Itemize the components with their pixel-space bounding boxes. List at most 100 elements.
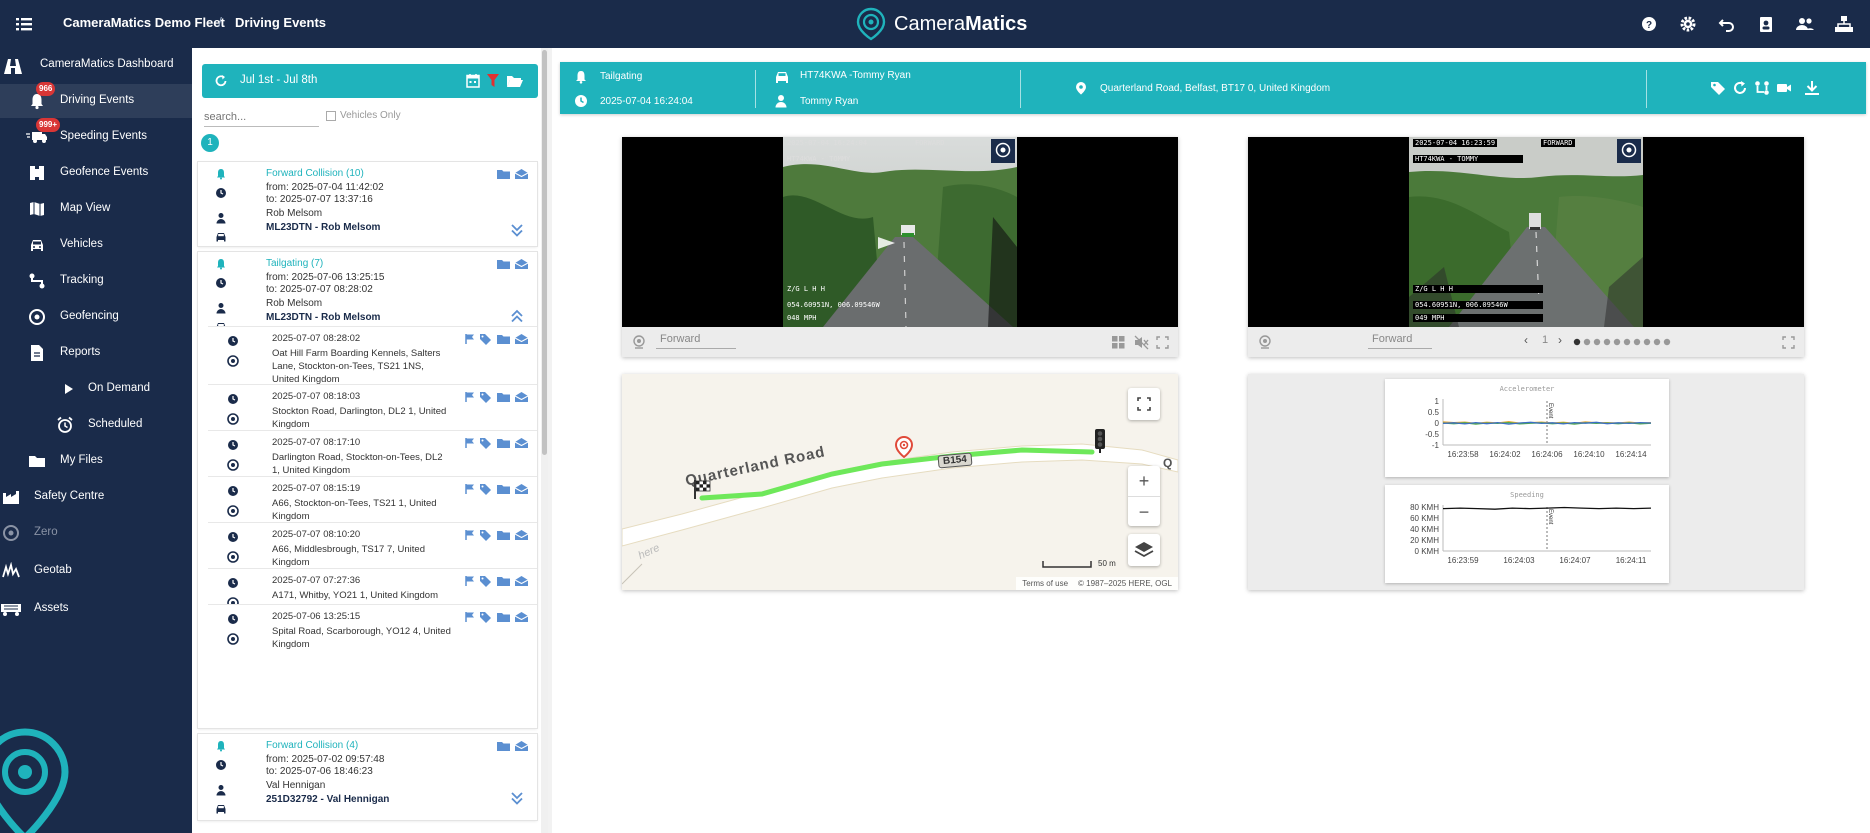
volume-mute-icon[interactable] [1134, 335, 1149, 350]
map-terms-link[interactable]: Terms of use [1022, 579, 1068, 588]
contact-card-icon[interactable] [1756, 14, 1776, 34]
event-row[interactable]: 2025-07-07 08:18:03 Stockton Road, Darlin… [208, 384, 537, 430]
open-envelope-icon[interactable] [514, 258, 529, 270]
open-envelope-icon[interactable] [514, 437, 529, 449]
refresh-icon[interactable] [214, 74, 228, 88]
pagination-dot[interactable] [1573, 338, 1581, 346]
event-row[interactable]: 2025-07-07 07:27:36 A171, Whitby, YO21 1,… [208, 568, 537, 609]
open-envelope-icon[interactable] [514, 611, 529, 623]
map-layers-button[interactable] [1128, 534, 1160, 566]
folder-icon[interactable] [496, 575, 511, 587]
sidebar-item-assets[interactable]: Assets [0, 592, 192, 626]
flag-icon[interactable] [464, 611, 476, 623]
pagination-dot[interactable] [1613, 338, 1621, 346]
open-envelope-icon[interactable] [514, 391, 529, 403]
video-player-1[interactable]: 2025-07-04 16:24:04 HT74KWA - TOMMY FORW… [622, 137, 1178, 357]
event-group-title[interactable]: Tailgating (7) [266, 258, 323, 270]
list-scrollbar-thumb[interactable] [542, 50, 547, 455]
pagination-dot[interactable] [1653, 338, 1661, 346]
route-icon[interactable] [1754, 80, 1770, 96]
event-group-title[interactable]: Forward Collision (10) [266, 168, 364, 180]
zoom-out-button[interactable]: − [1128, 496, 1160, 526]
folder-icon[interactable] [496, 391, 511, 403]
video-camera-icon[interactable] [1776, 80, 1792, 96]
speeding-chart[interactable]: Speeding 80 KMH 60 KMH 40 KMH 20 KMH 0 KMH 16… [1385, 485, 1669, 583]
tags-icon[interactable] [479, 333, 493, 345]
event-group-card-expanded[interactable]: Tailgating (7) from: 2025-07-06 13:25:15… [198, 252, 537, 728]
calendar-icon[interactable] [466, 73, 480, 88]
sidebar-item-zero[interactable]: Zero [0, 516, 192, 550]
event-row-time[interactable]: 2025-07-07 08:28:02 [272, 333, 360, 344]
sidebar-item-vehicles[interactable]: Vehicles [0, 228, 192, 262]
flag-icon[interactable] [464, 483, 476, 495]
vehicles-only-checkbox[interactable] [326, 110, 336, 121]
folder-icon[interactable] [496, 437, 511, 449]
folder-icon[interactable] [496, 529, 511, 541]
flag-icon[interactable] [464, 437, 476, 449]
tags-icon[interactable] [479, 483, 493, 495]
event-row-time[interactable]: 2025-07-07 07:27:36 [272, 575, 360, 586]
sidebar-item-dashboard[interactable]: CameraMatics Dashboard [0, 48, 192, 82]
sidebar-item-my-files[interactable]: My Files [0, 444, 192, 478]
flag-icon[interactable] [464, 391, 476, 403]
users-icon[interactable] [1795, 14, 1815, 34]
sidebar-item-reports[interactable]: Reports [0, 336, 192, 370]
open-envelope-icon[interactable] [514, 483, 529, 495]
folder-icon[interactable] [496, 611, 511, 623]
accelerometer-chart[interactable]: Accelerometer 1 0.5 0 -0.5 -1 16:23:58 16:24:0… [1385, 379, 1669, 477]
folder-icon[interactable] [496, 168, 511, 180]
sidebar-item-tracking[interactable]: Tracking [0, 264, 192, 298]
settings-icon[interactable] [1678, 14, 1698, 34]
sidebar-item-speeding-events[interactable]: 999+ Speeding Events [0, 118, 192, 154]
event-row-time[interactable]: 2025-07-07 08:15:19 [272, 483, 360, 494]
grid-view-icon[interactable] [1112, 336, 1125, 349]
sidebar-item-safety-centre[interactable]: Safety Centre [0, 480, 192, 514]
event-row-time[interactable]: 2025-07-07 08:17:10 [272, 437, 360, 448]
breadcrumb-fleet[interactable]: CameraMatics Demo Fleet [63, 15, 225, 30]
pagination-dot[interactable] [1643, 338, 1651, 346]
fullscreen-icon[interactable] [1782, 336, 1795, 349]
pagination-dot[interactable] [1583, 338, 1591, 346]
date-range-bar[interactable]: Jul 1st - Jul 8th [202, 64, 538, 98]
search-input[interactable] [204, 108, 319, 127]
sidebar-item-map-view[interactable]: Map View [0, 192, 192, 226]
sidebar-item-geofence-events[interactable]: Geofence Events [0, 156, 192, 190]
event-row-time[interactable]: 2025-07-07 08:18:03 [272, 391, 360, 402]
event-group-title[interactable]: Forward Collision (4) [266, 740, 358, 752]
next-clip-icon[interactable]: › [1558, 333, 1562, 347]
page-number-chip[interactable]: 1 [201, 134, 219, 152]
event-row[interactable]: 2025-07-07 08:15:19 A66, Stockton-on-Tees… [208, 476, 537, 522]
sidebar-item-geotab[interactable]: Geotab [0, 554, 192, 588]
folder-icon[interactable] [496, 333, 511, 345]
download-icon[interactable] [1798, 80, 1826, 96]
tags-icon[interactable] [479, 575, 493, 587]
chevron-double-down-icon[interactable] [509, 222, 525, 238]
filter-icon[interactable] [486, 73, 500, 89]
sidebar-item-scheduled[interactable]: Scheduled [0, 408, 192, 442]
flag-icon[interactable] [464, 333, 476, 345]
camera-select[interactable]: Forward [1368, 333, 1432, 349]
event-row[interactable]: 2025-07-07 08:17:10 Darlington Road, Stoc… [208, 430, 537, 476]
prev-clip-icon[interactable]: ‹ [1524, 333, 1528, 347]
date-range-label[interactable]: Jul 1st - Jul 8th [240, 74, 317, 86]
list-scrollbar[interactable] [541, 48, 548, 833]
pagination-dot[interactable] [1603, 338, 1611, 346]
event-row-time[interactable]: 2025-07-06 13:25:15 [272, 611, 360, 622]
event-map[interactable]: Quarterland Road B154 Q here + − 50 m Te… [622, 374, 1178, 590]
clip-pagination-dots[interactable] [1572, 337, 1682, 347]
event-marker-icon[interactable] [894, 436, 914, 458]
map-fullscreen-button[interactable] [1128, 388, 1160, 420]
pagination-dot[interactable] [1623, 338, 1631, 346]
hierarchy-icon[interactable] [1834, 14, 1854, 34]
sidebar-item-on-demand[interactable]: On Demand [0, 372, 192, 406]
pagination-dot[interactable] [1663, 338, 1671, 346]
open-envelope-icon[interactable] [514, 333, 529, 345]
help-icon[interactable]: ? [1639, 14, 1659, 34]
event-row[interactable]: 2025-07-06 13:25:15 Spital Road, Scarboro… [208, 604, 537, 652]
open-folder-icon[interactable] [506, 73, 524, 89]
menu-icon[interactable] [14, 14, 34, 34]
undo-icon[interactable] [1717, 14, 1737, 34]
tags-icon[interactable] [479, 391, 493, 403]
event-row[interactable]: 2025-07-07 08:10:20 A66, Middlesbrough, T… [208, 522, 537, 568]
refresh-icon[interactable] [1732, 80, 1748, 96]
